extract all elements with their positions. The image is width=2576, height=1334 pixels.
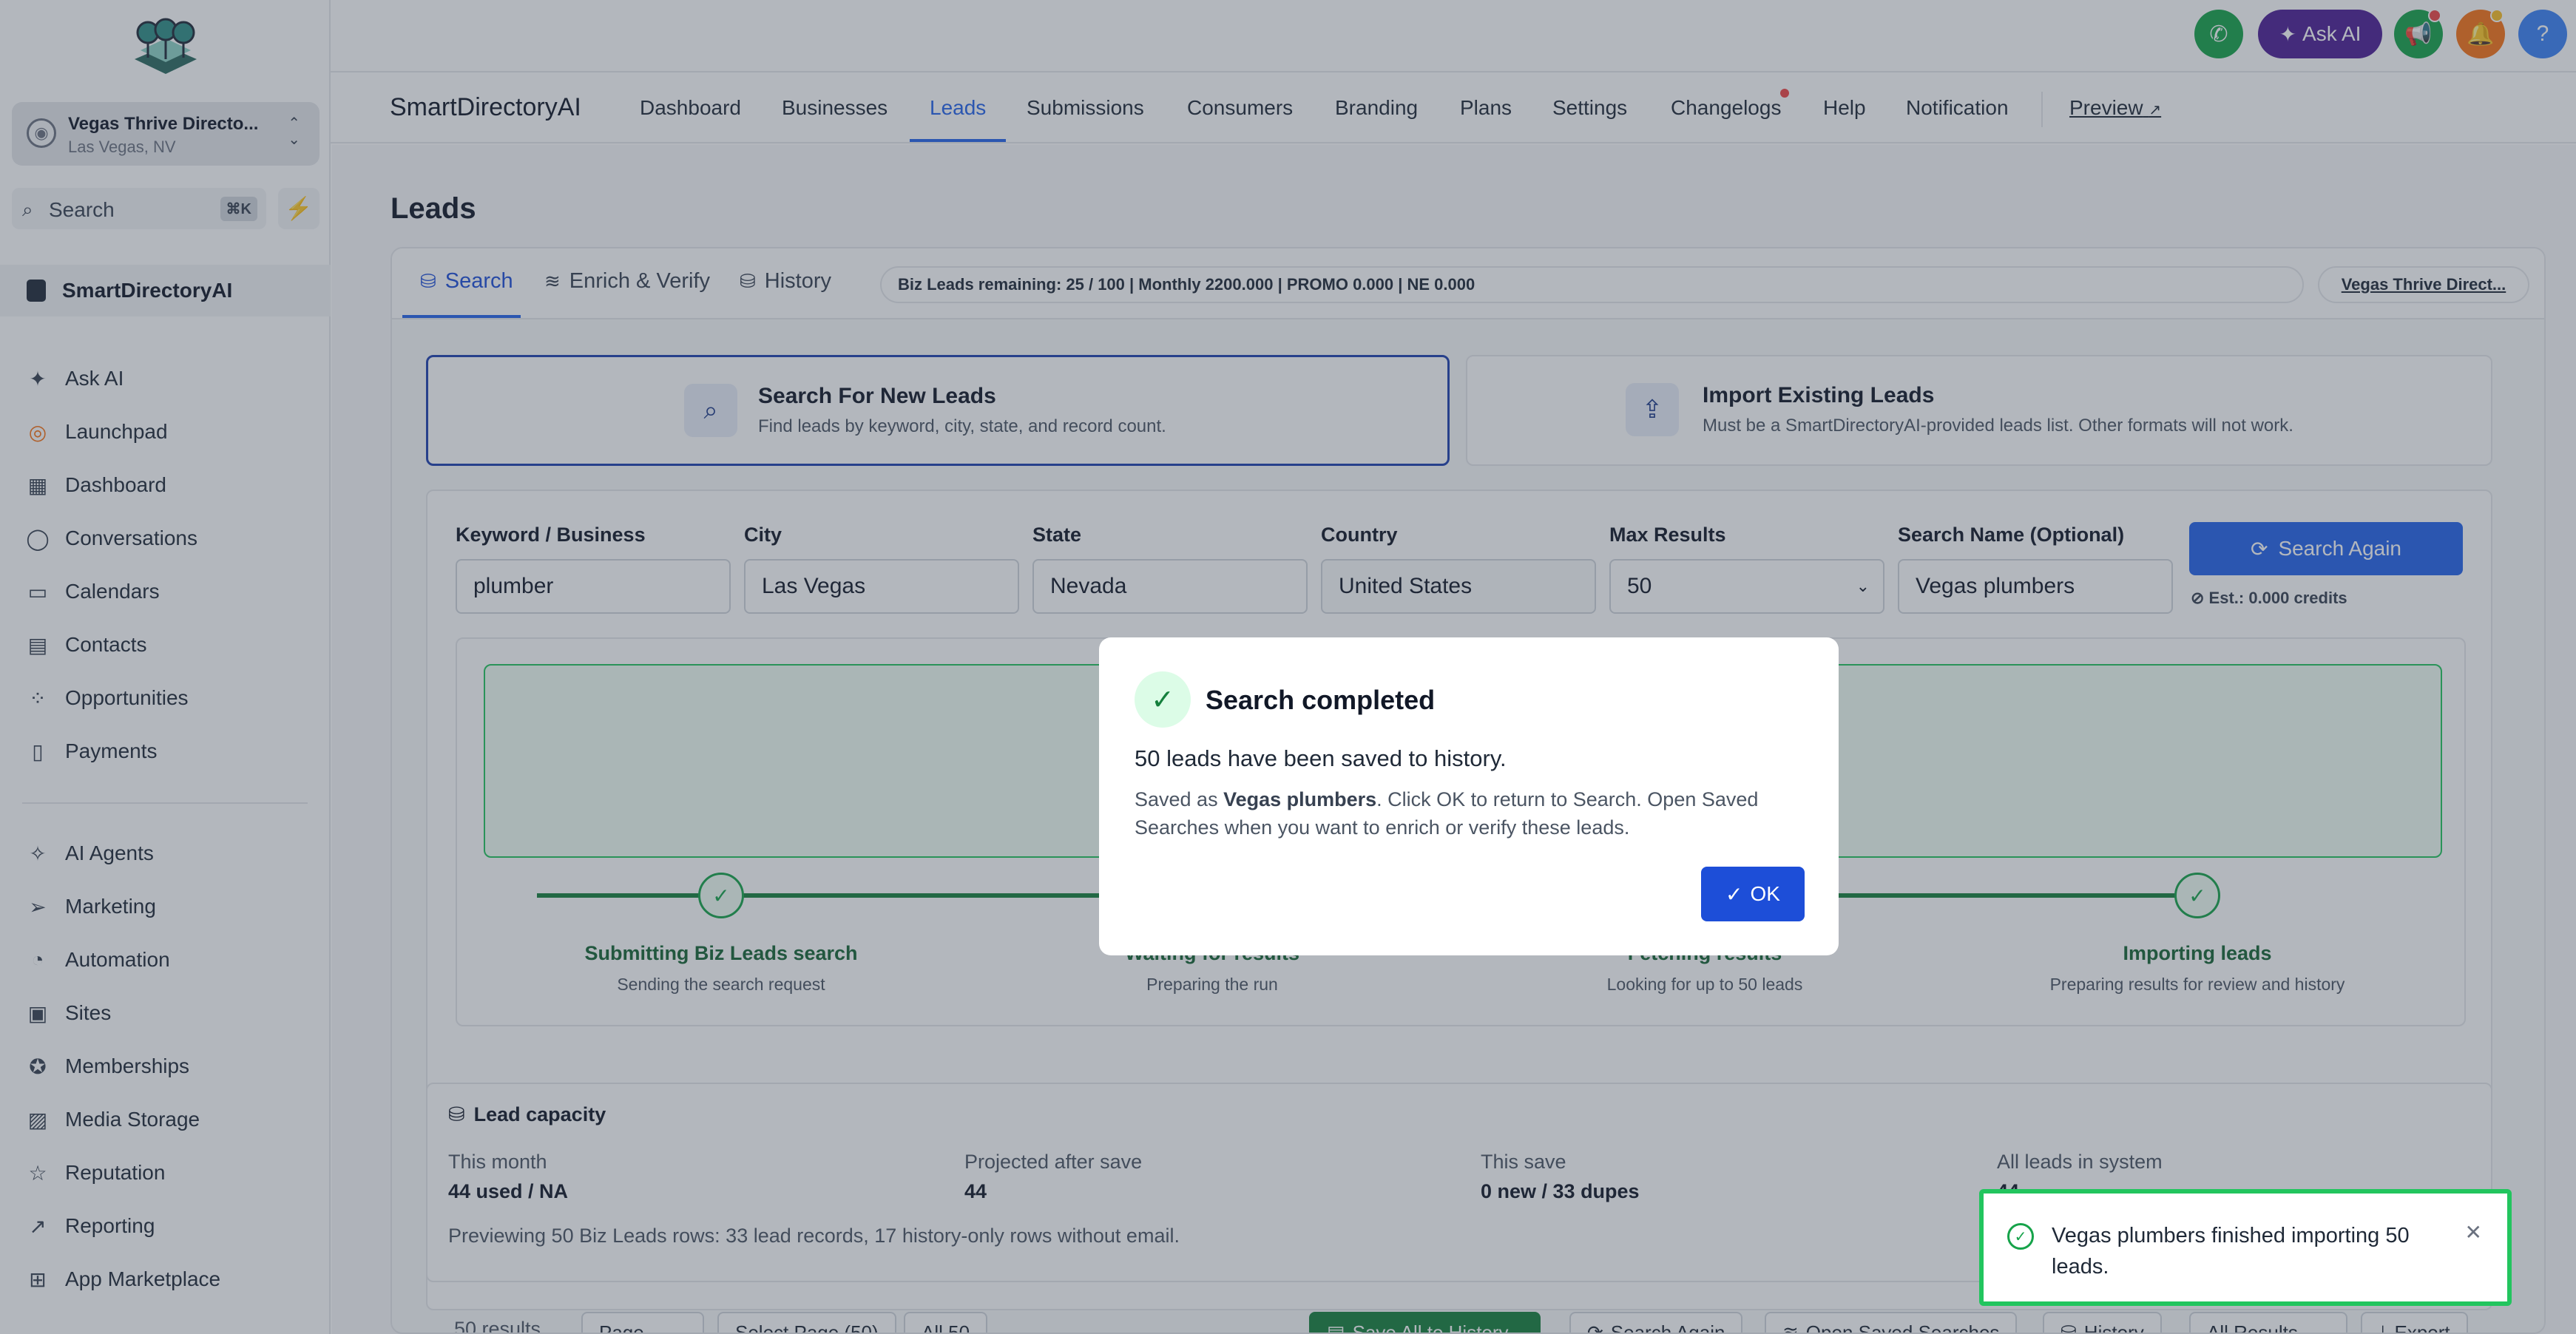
dialog-title: Search completed [1206,685,1436,715]
dialog-detail: Saved as Vegas plumbers. Click OK to ret… [1135,788,1759,839]
dialog-message: 50 leads have been saved to history. [1135,745,1507,771]
check-icon: ✓ [1725,882,1743,906]
import-toast: ✓ Vegas plumbers finished importing 50 l… [1979,1189,2512,1306]
check-circle-icon: ✓ [1135,671,1191,728]
ok-button[interactable]: ✓ OK [1701,867,1805,921]
close-icon[interactable]: ✕ [2465,1220,2482,1245]
toast-message: Vegas plumbers finished importing 50 lea… [2052,1224,2410,1279]
search-completed-dialog: ✓ Search completed 50 leads have been sa… [1099,637,1839,955]
check-circle-icon: ✓ [2007,1223,2034,1250]
